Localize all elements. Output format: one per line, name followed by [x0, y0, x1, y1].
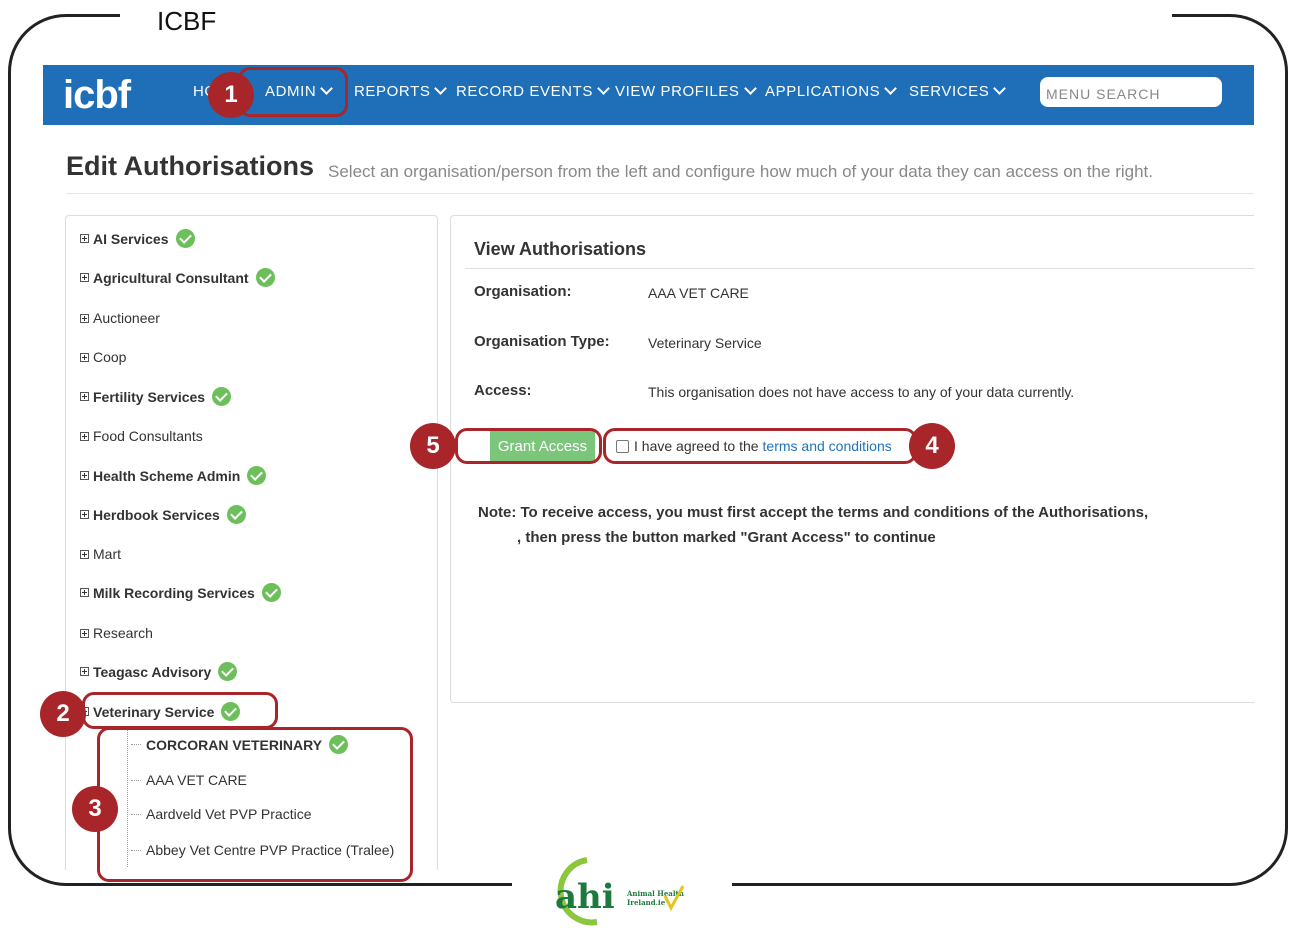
highlight-admin-menu — [238, 67, 348, 117]
highlight-vet-list — [97, 727, 413, 882]
access-value: This organisation does not have access t… — [648, 384, 1075, 400]
expand-icon[interactable] — [80, 471, 89, 480]
expand-icon[interactable] — [80, 352, 89, 362]
tree-node-label: Agricultural Consultant — [93, 269, 249, 286]
verified-check-icon — [261, 583, 281, 602]
note-line-2: , then press the button marked "Grant Ac… — [517, 529, 936, 546]
nav-view-profiles-label: VIEW PROFILES — [615, 83, 740, 100]
tree-node-label: Milk Recording Services — [93, 584, 255, 601]
annotation-badge-4: 4 — [909, 423, 955, 469]
expand-icon[interactable] — [80, 549, 89, 559]
verified-check-icon — [247, 466, 267, 485]
chevron-down-icon — [597, 82, 610, 95]
expand-icon[interactable] — [80, 234, 89, 243]
nav-reports-label: REPORTS — [354, 83, 431, 100]
expand-icon[interactable] — [80, 273, 89, 282]
logo-mark-text: ahi — [555, 877, 615, 917]
tree-node-research[interactable]: Research — [80, 625, 153, 641]
verified-check-icon — [226, 505, 246, 524]
tree-node-milk-recording-services[interactable]: Milk Recording Services — [80, 583, 281, 602]
tree-node-label: Health Scheme Admin — [93, 467, 241, 484]
tree-node-food-consultants[interactable]: Food Consultants — [80, 428, 203, 444]
access-label: Access: — [474, 382, 532, 399]
annotation-badge-3: 3 — [72, 786, 118, 832]
tree-node-mart[interactable]: Mart — [80, 546, 121, 562]
tree-node-ai-services[interactable]: AI Services — [80, 229, 195, 248]
nav-applications[interactable]: APPLICATIONS — [765, 82, 898, 100]
tree-node-label: Teagasc Advisory — [93, 663, 212, 680]
logo-line-1: Animal Health — [626, 889, 684, 898]
annotation-badge-5: 5 — [410, 423, 456, 469]
verified-check-icon — [212, 387, 232, 406]
expand-icon[interactable] — [80, 628, 89, 638]
title-divider — [66, 193, 1254, 194]
nav-record-events-label: RECORD EVENTS — [456, 83, 593, 100]
nav-services-label: SERVICES — [909, 83, 990, 100]
highlight-veterinary-service — [82, 692, 278, 729]
organisation-type-label: Organisation Type: — [474, 333, 610, 350]
expand-icon[interactable] — [80, 510, 89, 519]
tree-node-coop[interactable]: Coop — [80, 349, 126, 365]
expand-icon[interactable] — [80, 431, 89, 441]
verified-check-icon — [255, 268, 275, 287]
note-line-1: Note: To receive access, you must first … — [478, 504, 1149, 521]
tree-node-herdbook-services[interactable]: Herdbook Services — [80, 505, 246, 524]
frame-gap-top — [120, 8, 1172, 22]
tree-node-agricultural-consultant[interactable]: Agricultural Consultant — [80, 268, 275, 287]
tree-node-label: Fertility Services — [93, 388, 206, 405]
tree-node-label: Herdbook Services — [93, 506, 220, 523]
highlight-terms-checkbox — [603, 428, 917, 464]
menu-search-input[interactable] — [1040, 77, 1222, 107]
verified-check-icon — [175, 229, 195, 248]
expand-icon[interactable] — [80, 392, 89, 401]
nav-applications-label: APPLICATIONS — [765, 83, 881, 100]
expand-icon[interactable] — [80, 588, 89, 597]
expand-icon[interactable] — [80, 313, 89, 323]
tree-node-label: Food Consultants — [93, 428, 203, 444]
chevron-down-icon — [993, 82, 1007, 95]
tree-node-label: Coop — [93, 349, 127, 365]
logo-line-2: Ireland.ie — [627, 898, 666, 907]
page-subtitle: Select an organisation/person from the l… — [328, 162, 1153, 181]
nav-record-events[interactable]: RECORD EVENTS — [456, 82, 610, 100]
annotation-badge-2: 2 — [40, 691, 86, 737]
page-title: Edit Authorisations — [66, 151, 314, 181]
organisation-value: AAA VET CARE — [648, 285, 749, 301]
panel-title: View Authorisations — [474, 239, 647, 259]
tree-node-label: Auctioneer — [93, 310, 160, 326]
nav-view-profiles[interactable]: VIEW PROFILES — [615, 82, 757, 100]
verified-check-icon — [218, 662, 238, 681]
animal-health-ireland-logo: ahi Animal Health Ireland.ie — [555, 857, 685, 926]
chevron-down-icon — [884, 82, 898, 95]
panel-divider — [465, 268, 1254, 269]
chevron-down-icon — [743, 82, 757, 95]
tree-node-label: Mart — [93, 546, 121, 562]
tree-node-health-scheme-admin[interactable]: Health Scheme Admin — [80, 466, 267, 485]
expand-icon[interactable] — [80, 667, 89, 676]
caption-title: ICBF — [157, 6, 217, 36]
annotation-badge-1: 1 — [208, 72, 254, 118]
tree-node-teagasc-advisory[interactable]: Teagasc Advisory — [80, 662, 238, 681]
tree-node-label: Research — [93, 625, 153, 641]
organisation-label: Organisation: — [474, 283, 572, 300]
nav-reports[interactable]: REPORTS — [354, 82, 448, 100]
highlight-grant-button — [455, 428, 602, 464]
nav-services[interactable]: SERVICES — [909, 82, 1007, 100]
organisation-type-value: Veterinary Service — [648, 335, 762, 351]
chevron-down-icon — [434, 82, 448, 95]
tree-node-label: AI Services — [93, 230, 169, 247]
tree-node-fertility-services[interactable]: Fertility Services — [80, 387, 232, 406]
icbf-logo[interactable]: icbf — [63, 73, 131, 118]
tree-node-auctioneer[interactable]: Auctioneer — [80, 310, 160, 326]
